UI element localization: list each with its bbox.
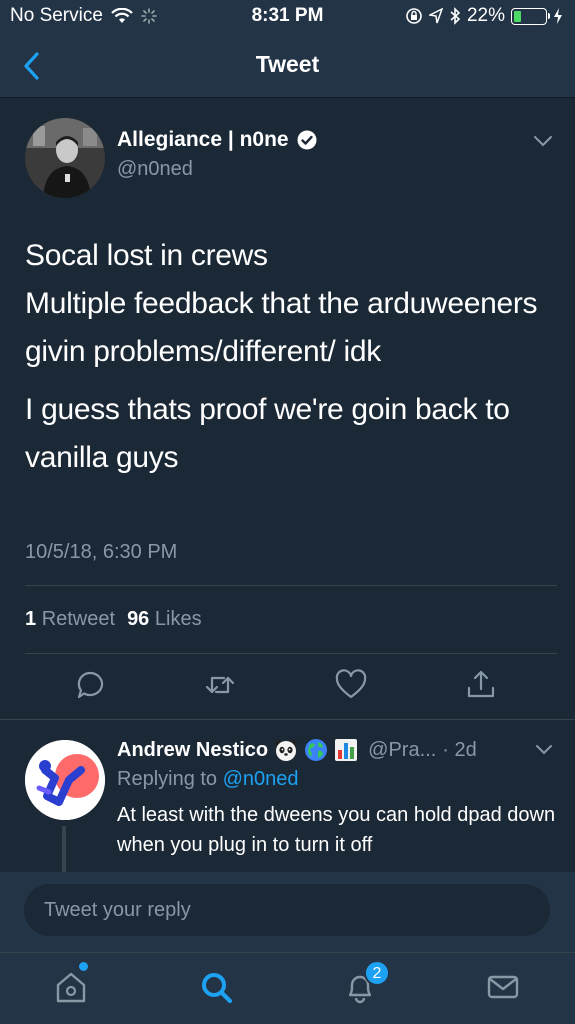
lock-rotation-icon [406, 8, 422, 24]
tweet-timestamp: 10/5/18, 6:30 PM [25, 541, 178, 563]
reply-text: At least with the dweens you can hold dp… [117, 804, 556, 856]
author-handle[interactable]: @n0ned [117, 158, 193, 181]
retweet-label: Retweet [41, 608, 116, 630]
tweet-text: Socal lost in crews Multiple feedback th… [25, 232, 555, 482]
author-name[interactable]: Allegiance | n0ne [117, 128, 289, 152]
thread-line [62, 826, 66, 872]
bluetooth-icon [450, 7, 461, 25]
battery-percent: 22% [466, 5, 505, 26]
retweet-icon[interactable] [203, 668, 237, 702]
nav-bar: Tweet [0, 34, 575, 98]
reply-input[interactable]: Tweet your reply [24, 884, 550, 936]
replying-to: Replying to @n0ned [117, 768, 299, 791]
search-icon[interactable] [196, 967, 236, 1007]
replying-mention[interactable]: @n0ned [223, 768, 299, 790]
retweets-stat[interactable]: 1 Retweet [25, 608, 115, 631]
notification-badge: 2 [364, 960, 390, 986]
verified-badge-icon [297, 130, 317, 150]
home-new-indicator [79, 962, 88, 971]
chevron-down-icon[interactable] [535, 744, 553, 756]
reply-author-handle[interactable]: @Pra... [368, 739, 436, 762]
like-count: 96 [127, 608, 150, 630]
status-bar: No Service 8:31 PM 22% [0, 0, 575, 34]
charging-icon [554, 8, 562, 24]
author-avatar[interactable] [25, 118, 105, 198]
share-icon[interactable] [464, 668, 498, 702]
author-name-row[interactable]: Allegiance | n0ne [117, 128, 317, 152]
retweet-count: 1 [25, 608, 37, 630]
location-icon [428, 8, 443, 24]
reply-avatar[interactable] [25, 740, 105, 820]
reply-author-name[interactable]: Andrew Nestico [117, 739, 268, 762]
page-title: Tweet [255, 51, 320, 77]
messages-icon[interactable] [483, 967, 523, 1007]
battery-fill [514, 10, 521, 22]
reply-header: Andrew Nestico @Pra... · 2d [117, 738, 477, 762]
divider [25, 585, 557, 586]
replying-prefix: Replying to [117, 768, 218, 790]
tweet-detail: Allegiance | n0ne @n0ned Socal lost in c… [0, 98, 575, 720]
panda-emoji-icon [275, 740, 298, 761]
compose-bar: Tweet your reply [0, 872, 575, 952]
reply-age: · 2d [442, 738, 477, 761]
like-label: Likes [154, 608, 202, 630]
divider [25, 653, 557, 654]
home-icon[interactable] [51, 967, 91, 1007]
globe-emoji-icon [305, 739, 328, 761]
battery-icon [511, 7, 550, 25]
reply-avatar-image [25, 740, 105, 820]
tweet-actions [0, 668, 575, 708]
tweet-stats: 1 Retweet 96 Likes [25, 608, 202, 631]
tweet-paragraph: Socal lost in crews Multiple feedback th… [25, 239, 538, 368]
reply-tweet[interactable]: Andrew Nestico @Pra... · 2d Replying to … [0, 720, 575, 872]
chevron-down-icon[interactable] [533, 134, 553, 148]
likes-stat[interactable]: 96 Likes [127, 608, 202, 631]
bar-chart-emoji-icon [335, 739, 358, 761]
tweet-paragraph: I guess thats proof we're goin back to v… [25, 393, 510, 474]
like-icon[interactable] [334, 668, 368, 702]
reply-icon[interactable] [73, 668, 107, 702]
avatar-photo [25, 118, 105, 198]
